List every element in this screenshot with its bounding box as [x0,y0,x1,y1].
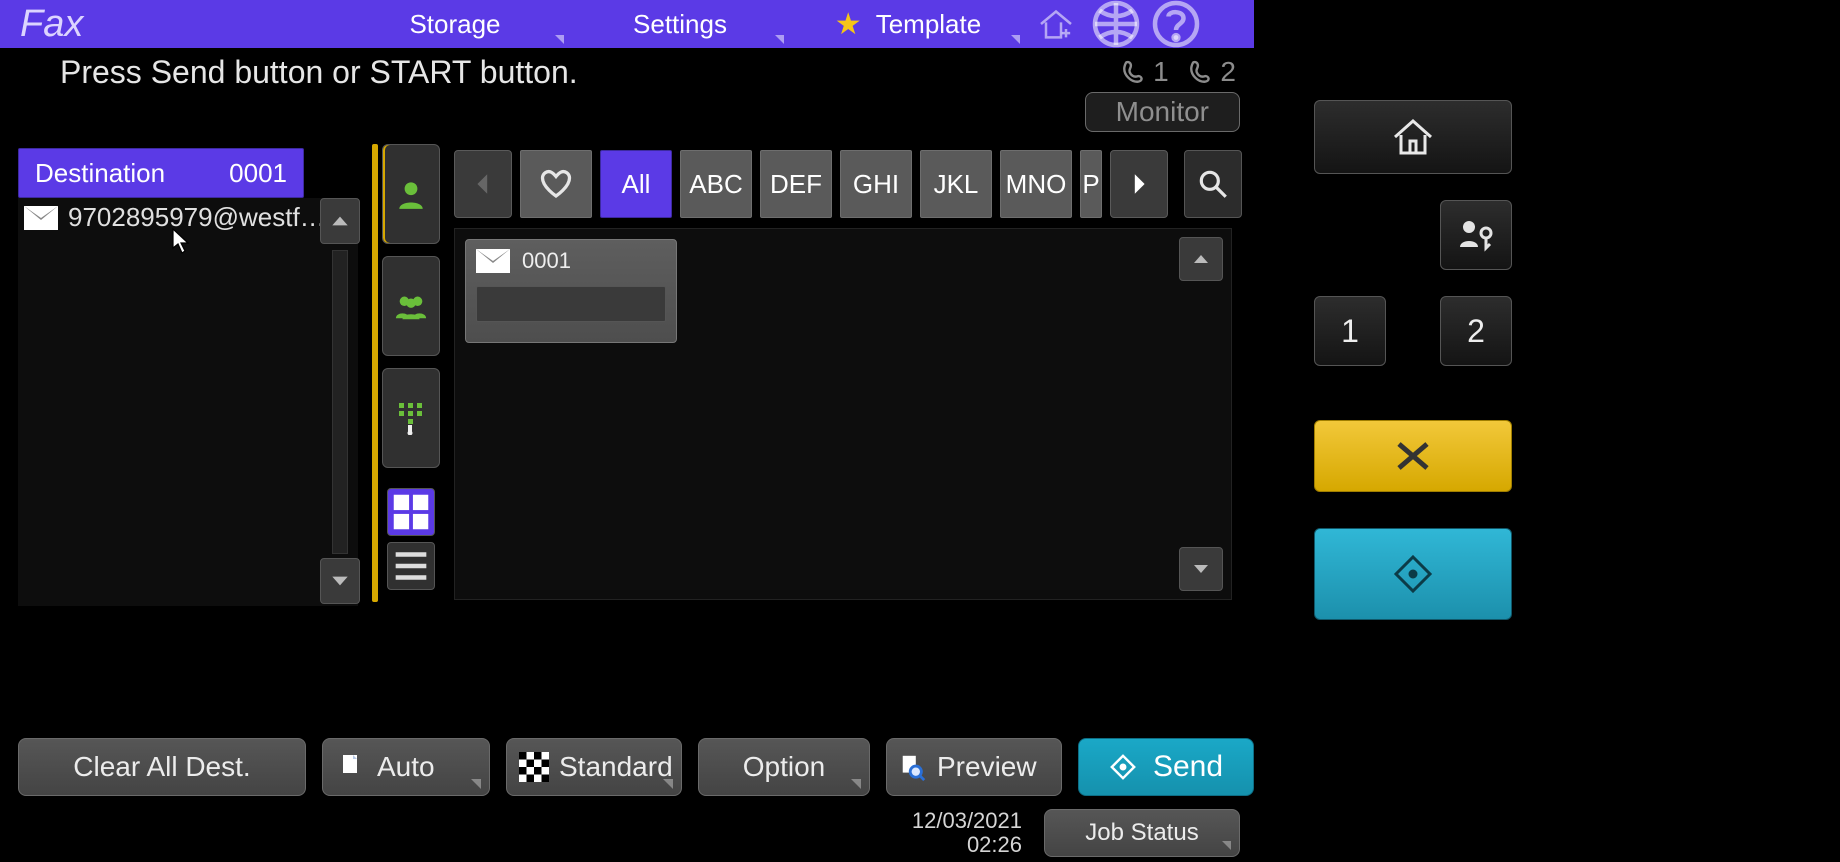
tab-settings[interactable]: Settings [570,0,790,48]
line2-label: 2 [1220,56,1236,88]
envelope-icon [476,249,510,273]
hw-home-button[interactable] [1314,100,1512,174]
tab-all[interactable]: All [600,150,672,218]
addressbook-scroll-up[interactable] [1179,237,1223,281]
globe-icon[interactable] [1086,0,1146,48]
destination-title: Destination [35,158,165,189]
send-button[interactable]: Send [1078,738,1254,796]
tab-storage-label: Storage [409,9,500,40]
tab-storage[interactable]: Storage [340,0,570,48]
instruction-row: Press Send button or START button. 1 2 [0,48,1254,96]
instruction-text: Press Send button or START button. [0,54,578,91]
status-bar: 12/03/2021 02:26 Job Status [0,804,1254,862]
help-icon[interactable] [1146,0,1206,48]
hw-memory-1-button[interactable]: 1 [1314,296,1386,366]
top-bar: Fax Storage Settings ★ Template [0,0,1254,48]
hw-start-button[interactable] [1314,528,1512,620]
contact-card[interactable]: 0001 [465,239,677,343]
tab-settings-label: Settings [633,9,727,40]
destination-count: 0001 [229,158,287,189]
tab-favorites[interactable] [520,150,592,218]
tab-template[interactable]: ★ Template [790,0,1026,48]
time-label: 02:26 [912,833,1022,857]
hardware-panel: 1 2 [1254,0,1840,862]
tab-mno[interactable]: MNO [1000,150,1072,218]
destination-scroll-up[interactable] [320,198,360,244]
document-icon [337,753,365,781]
active-stripe [372,144,378,602]
hw-access-button[interactable] [1440,200,1512,270]
tab-template-label: Template [876,9,982,40]
destination-header[interactable]: Destination 0001 [18,148,304,198]
tabs-next-button[interactable] [1110,150,1168,218]
view-grid-button[interactable] [387,488,435,536]
addressbook-scroll-down[interactable] [1179,547,1223,591]
address-book-body: 0001 [454,228,1232,600]
dialpad-button[interactable] [382,368,440,468]
option-button[interactable]: Option [698,738,870,796]
diamond-icon [1109,753,1137,781]
destination-item[interactable]: 9702895979@westf… [18,198,358,237]
monitor-button[interactable]: Monitor [1085,92,1240,132]
tab-def[interactable]: DEF [760,150,832,218]
hw-memory-2-button[interactable]: 2 [1440,296,1512,366]
tab-ghi[interactable]: GHI [840,150,912,218]
phone-icon [1121,59,1147,85]
checker-icon [519,752,549,782]
contacts-single-button[interactable] [382,144,440,244]
envelope-icon [24,206,58,230]
search-button[interactable] [1184,150,1242,218]
preview-icon [899,753,927,781]
tabs-prev-button[interactable] [454,150,512,218]
star-icon: ★ [835,7,862,42]
datetime: 12/03/2021 02:26 [912,809,1022,857]
original-mode-button[interactable]: Auto [322,738,490,796]
hw-reset-button[interactable] [1314,420,1512,492]
tab-pqrs[interactable]: P [1080,150,1102,218]
home-add-icon[interactable] [1026,0,1086,48]
destination-scrollbar[interactable] [332,250,348,554]
destination-list: 9702895979@westf… [18,198,358,606]
line1-label: 1 [1153,56,1169,88]
tab-all-label: All [622,169,651,200]
tab-abc[interactable]: ABC [680,150,752,218]
date-label: 12/03/2021 [912,809,1022,833]
destination-scroll-down[interactable] [320,558,360,604]
resolution-button[interactable]: Standard [506,738,682,796]
contacts-group-button[interactable] [382,256,440,356]
address-book-panel: All ABC DEF GHI JKL MNO P 0001 [372,138,1232,606]
phone-icon [1188,59,1214,85]
clear-all-button[interactable]: Clear All Dest. [18,738,306,796]
preview-button[interactable]: Preview [886,738,1062,796]
contact-id: 0001 [522,248,571,274]
view-list-button[interactable] [387,542,435,590]
job-status-button[interactable]: Job Status [1044,809,1240,857]
phone-lines: 1 2 [1121,56,1236,88]
contact-name-slot [476,286,666,322]
destination-item-label: 9702895979@westf… [68,202,326,233]
app-title: Fax [0,0,340,48]
tab-jkl[interactable]: JKL [920,150,992,218]
